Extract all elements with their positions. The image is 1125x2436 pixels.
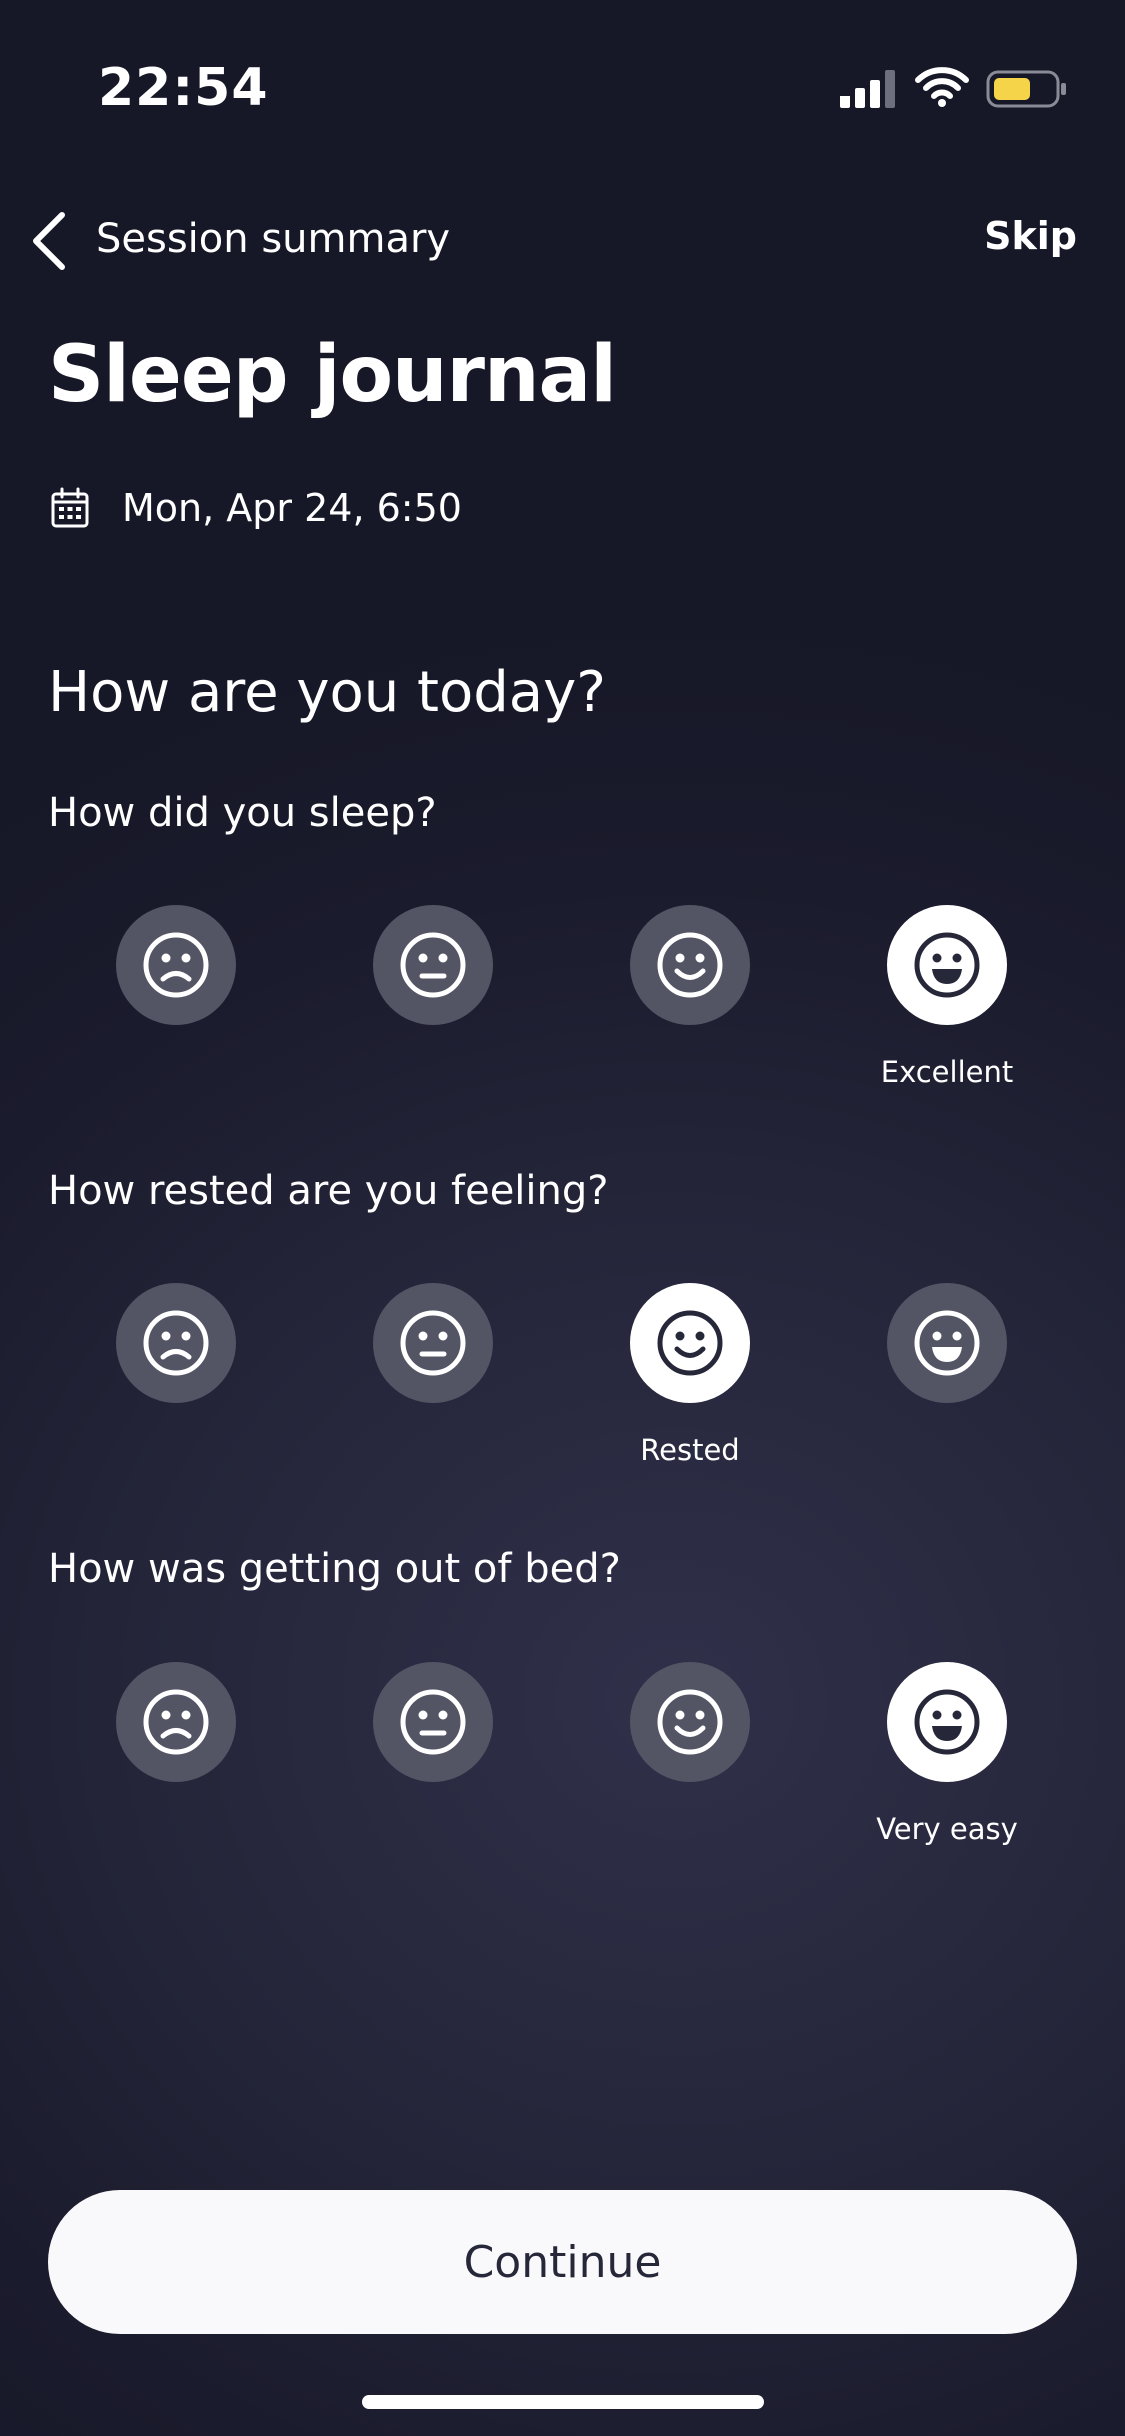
neutral-face-icon	[400, 1689, 466, 1755]
back-label[interactable]: Session summary	[96, 216, 450, 262]
rating-option-3[interactable]	[630, 1283, 750, 1403]
smile-face-icon	[657, 1310, 723, 1376]
frown-face-icon	[143, 1689, 209, 1755]
rating-option-2[interactable]	[373, 1662, 493, 1782]
rating-row-sleep-quality: Excellent	[0, 905, 1125, 1105]
question-restedness: How rested are you feeling?	[48, 1168, 609, 1214]
continue-button[interactable]: Continue	[48, 2190, 1077, 2334]
frown-face-icon	[143, 932, 209, 998]
rating-row-getting-out-of-bed: Very easy	[0, 1662, 1125, 1862]
rating-option-2[interactable]	[373, 1283, 493, 1403]
rating-option-4[interactable]	[887, 905, 1007, 1025]
wifi-icon	[915, 67, 969, 107]
rating-option-1[interactable]	[116, 905, 236, 1025]
calendar-icon	[51, 487, 89, 528]
rating-option-1[interactable]	[116, 1662, 236, 1782]
status-bar: 22:54	[0, 0, 1125, 140]
neutral-face-icon	[400, 932, 466, 998]
page-title: Sleep journal	[48, 330, 617, 420]
selected-rating-label: Very easy	[876, 1812, 1018, 1846]
status-time: 22:54	[98, 58, 269, 118]
selected-rating-label: Rested	[640, 1433, 740, 1467]
grin-face-icon	[914, 1310, 980, 1376]
chevron-left-icon	[33, 212, 65, 270]
back-button[interactable]	[18, 206, 78, 276]
rating-option-4[interactable]	[887, 1662, 1007, 1782]
rating-option-4[interactable]	[887, 1283, 1007, 1403]
skip-button[interactable]: Skip	[984, 214, 1077, 258]
cellular-signal-icon	[840, 70, 895, 108]
smile-face-icon	[657, 1689, 723, 1755]
home-indicator	[362, 2395, 764, 2409]
rating-row-restedness: Rested	[0, 1283, 1125, 1483]
grin-face-icon	[914, 1689, 980, 1755]
date-row: Mon, Apr 24, 6:50	[48, 478, 462, 538]
session-date: Mon, Apr 24, 6:50	[122, 486, 462, 530]
battery-icon	[986, 70, 1066, 108]
navigation-bar: Session summary Skip	[0, 190, 1125, 290]
rating-option-2[interactable]	[373, 905, 493, 1025]
question-sleep-quality: How did you sleep?	[48, 790, 437, 836]
frown-face-icon	[143, 1310, 209, 1376]
grin-face-icon	[914, 932, 980, 998]
question-getting-out-of-bed: How was getting out of bed?	[48, 1546, 621, 1592]
rating-option-1[interactable]	[116, 1283, 236, 1403]
rating-option-3[interactable]	[630, 905, 750, 1025]
smile-face-icon	[657, 932, 723, 998]
neutral-face-icon	[400, 1310, 466, 1376]
rating-option-3[interactable]	[630, 1662, 750, 1782]
selected-rating-label: Excellent	[880, 1055, 1014, 1089]
section-heading: How are you today?	[48, 660, 606, 725]
